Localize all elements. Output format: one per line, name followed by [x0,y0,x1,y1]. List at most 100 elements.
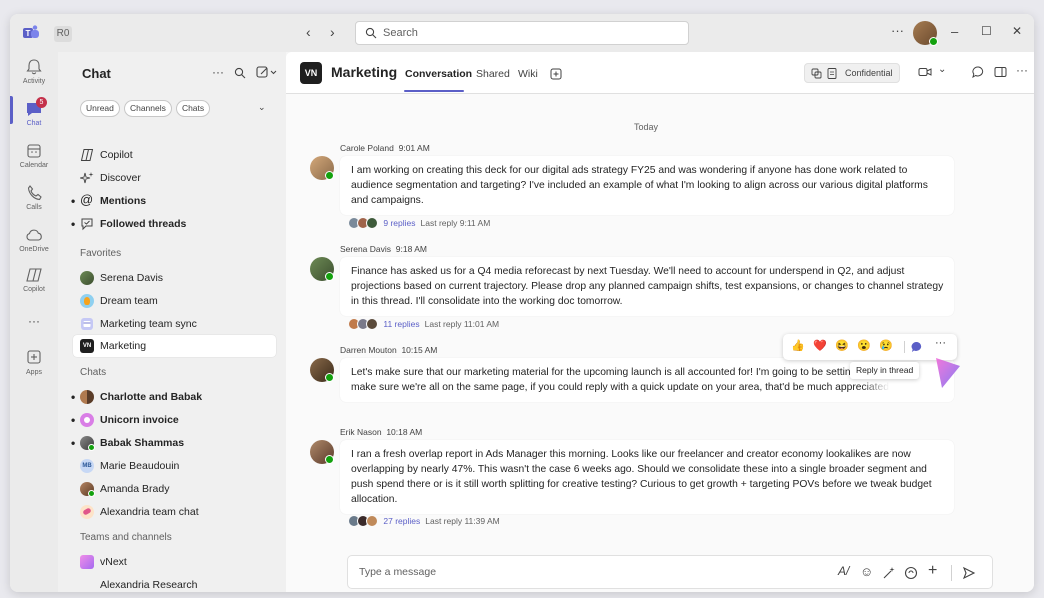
rail-more-apps[interactable]: ··· [10,314,58,328]
user-avatar[interactable] [913,21,938,46]
add-tab-icon[interactable] [550,68,562,80]
rail-copilot[interactable]: Copilot [10,266,58,293]
list-item-alexandria-team-chat[interactable]: Alexandria team chat [80,501,276,523]
close-button[interactable]: ✕ [1012,24,1022,38]
date-divider: Today [633,122,659,132]
teams-logo-icon: T [23,25,39,38]
list-item-babak-shammas[interactable]: • Babak Shammas [71,432,276,454]
search-box[interactable]: Search [355,21,689,45]
more-options-icon[interactable]: ··· [891,23,904,38]
avatar[interactable] [310,156,334,180]
message-bubble[interactable]: I am working on creating this deck for o… [340,156,954,215]
avatar [80,436,95,451]
rail-calls[interactable]: Calls [10,184,58,211]
loop-component-icon[interactable] [882,566,896,580]
like-reaction[interactable]: 👍 [791,339,805,352]
new-chat-icon[interactable] [256,66,278,79]
more-options-icon[interactable]: ··· [1016,63,1028,77]
heart-reaction[interactable]: ❤️ [813,339,827,352]
rail-activity[interactable]: Activity [10,58,58,85]
chat-pane-title: Chat [82,66,111,81]
list-item-dream-team[interactable]: Dream team [80,290,276,312]
list-item-copilot[interactable]: Copilot [80,144,276,166]
emoji-icon[interactable]: ☺ [860,564,873,579]
list-item-serena-davis[interactable]: Serena Davis [80,267,276,289]
list-item-charlotte-and-babak[interactable]: • Charlotte and Babak [71,386,276,408]
sad-reaction[interactable]: 😢 [879,339,893,352]
list-item-followed-threads[interactable]: • Followed threads [71,213,276,235]
search-icon [365,27,377,39]
chat-list-pane: Chat ··· Unread Channels Chats ⌄ Copilot… [58,52,286,592]
reply-summary[interactable]: 9 replies Last reply 9:11 AM [348,215,490,231]
followed-threads-icon [81,218,93,231]
avatar[interactable] [310,358,334,382]
phone-icon [27,185,42,201]
list-item-marketing-team-sync[interactable]: Marketing team sync [80,313,276,335]
presence-available-icon [325,455,334,464]
calendar-icon [27,144,41,158]
list-item-mentions[interactable]: • @ Mentions [71,190,276,212]
marketing-logo-icon: VN [80,339,94,353]
message-bubble[interactable]: I ran a fresh overlap report in Ads Mana… [340,440,954,514]
cloud-icon [26,229,42,241]
divider [904,341,905,353]
account-initials[interactable]: R0 [54,26,72,42]
presence-available-icon [88,444,95,451]
channel-header: VN Marketing Conversation Shared Wiki Co… [286,52,1034,94]
tab-wiki[interactable]: Wiki [518,68,538,80]
search-icon[interactable] [234,67,246,79]
group-avatar [80,390,94,404]
initials-avatar: MB [80,459,94,473]
sparkle-icon [80,172,94,184]
presence-available-icon [325,171,334,180]
message-meta: Darren Mouton 10:15 AM [340,345,438,355]
avatar[interactable] [310,257,334,281]
list-item-marie-beaudouin[interactable]: MB Marie Beaudouin [80,455,276,477]
filter-channels[interactable]: Channels [123,100,172,117]
document-icon [827,68,837,79]
rail-apps[interactable]: Apps [10,349,58,376]
reply-in-thread-icon[interactable] [911,341,923,353]
tab-shared[interactable]: Shared [476,68,510,80]
filter-unread[interactable]: Unread [80,100,120,117]
chevron-down-icon[interactable]: ⌄ [938,64,946,75]
message-meta: Serena Davis 9:18 AM [340,244,427,254]
message-bubble[interactable]: Finance has asked us for a Q4 media refo… [340,257,954,316]
list-item-discover[interactable]: Discover [80,167,276,189]
list-item-amanda-brady[interactable]: Amanda Brady [80,478,276,500]
tab-conversation[interactable]: Conversation [405,68,472,80]
avatar[interactable] [310,440,334,464]
rail-onedrive[interactable]: OneDrive [10,226,58,253]
meeting-calendar-icon [81,318,93,330]
list-item-alexandria-research[interactable]: Alexandria Research [80,574,276,592]
composer-placeholder: Type a message [359,566,437,578]
forward-arrow-icon[interactable]: › [330,24,335,40]
rail-calendar[interactable]: Calendar [10,142,58,169]
send-icon[interactable] [962,566,976,580]
maximize-button[interactable]: ☐ [981,24,992,38]
more-actions-icon[interactable]: ··· [935,337,946,349]
minimize-button[interactable]: – [951,24,958,39]
sensitivity-label[interactable]: Confidential [804,63,900,83]
chevron-down-icon[interactable]: ⌄ [258,102,266,113]
video-call-icon[interactable] [918,66,932,78]
format-text-icon[interactable]: A/ [838,564,849,578]
avatar [80,482,95,497]
reply-summary[interactable]: 11 replies Last reply 11:01 AM [348,316,499,332]
list-item-unicorn-invoice[interactable]: • Unicorn invoice [71,409,276,431]
presence-available-icon [325,373,334,382]
chat-more-options-icon[interactable]: ··· [212,65,224,79]
back-arrow-icon[interactable]: ‹ [306,24,311,40]
plus-icon[interactable]: + [928,562,937,580]
chat-bubble-icon[interactable] [972,66,985,78]
laugh-reaction[interactable]: 😆 [835,339,849,352]
chat-sticker-icon[interactable] [904,566,918,580]
rail-chat[interactable]: 5 Chat [10,97,58,127]
list-item-marketing[interactable]: VN Marketing [73,335,276,357]
reply-summary[interactable]: 27 replies Last reply 11:39 AM [348,513,500,529]
surprised-reaction[interactable]: 😮 [857,339,871,352]
list-item-vnext[interactable]: vNext [80,551,276,573]
side-panel-icon[interactable] [994,66,1007,78]
message-composer[interactable]: Type a message A/ ☺ + [347,555,993,589]
filter-chats[interactable]: Chats [175,100,211,117]
